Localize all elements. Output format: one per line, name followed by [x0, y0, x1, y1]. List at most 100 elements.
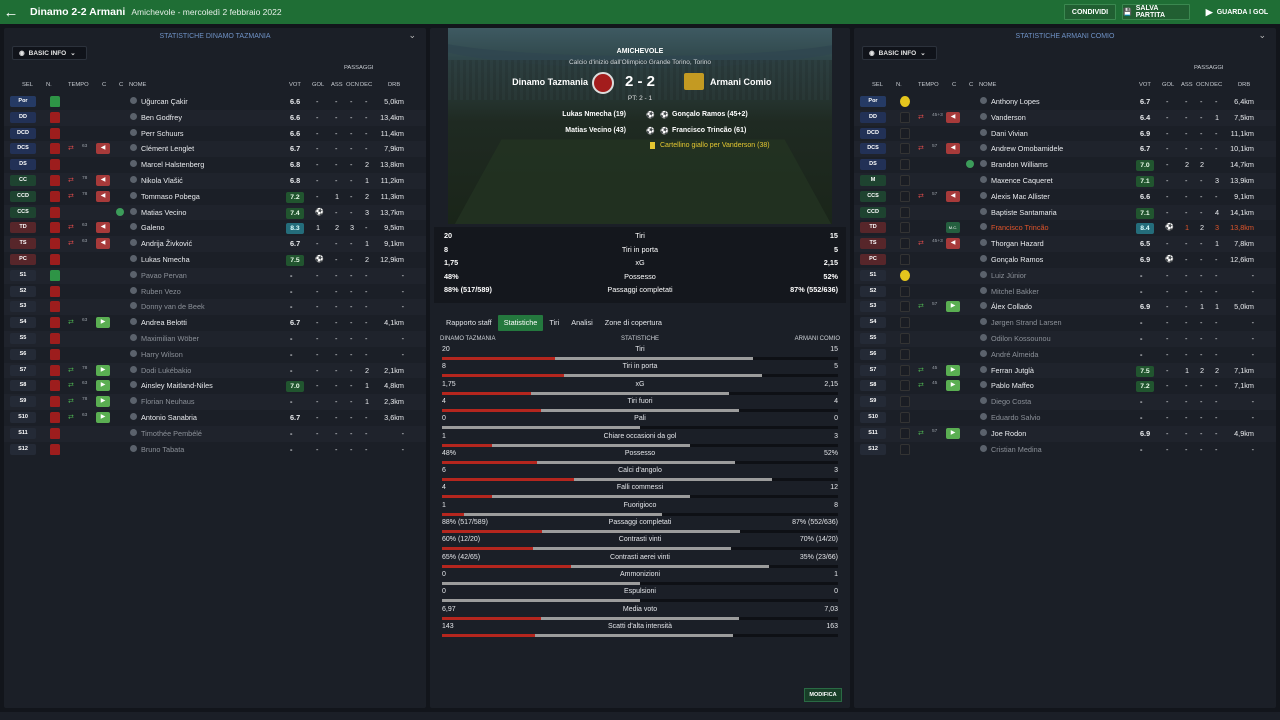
player-name[interactable]: Brandon Williams	[991, 160, 1048, 169]
player-row[interactable]: S3 Donny van de Beek - - - - - -	[4, 299, 426, 316]
player-name[interactable]: Cristian Medina	[991, 445, 1042, 454]
col-c1[interactable]: C	[102, 82, 106, 88]
player-row[interactable]: DS Brandon Williams 7.0 - 2 2 14,7km	[854, 157, 1276, 173]
player-name[interactable]: Ainsley Maitland-Niles	[141, 381, 213, 390]
col-vot[interactable]: VOT	[1139, 82, 1151, 88]
player-row[interactable]: DD Ben Godfrey 6.6 - - - - 13,4km	[4, 109, 426, 126]
player-row[interactable]: S4 Jørgen Strand Larsen - - - - - -	[854, 315, 1276, 331]
basic-info-dropdown[interactable]: ◉ BASIC INFO ⌄	[12, 46, 87, 60]
col-ocn[interactable]: OCN	[1196, 82, 1209, 88]
player-name[interactable]: Diego Costa	[991, 397, 1031, 406]
chevron-down-icon[interactable]: ⌄	[1258, 30, 1266, 41]
col-n[interactable]: N.	[46, 82, 52, 88]
player-row[interactable]: DCS ⇄ 63 ◀ Clément Lenglet 6.7 - - - - 7,9km	[4, 141, 426, 158]
player-row[interactable]: S6 André Almeida - - - - - -	[854, 347, 1276, 363]
player-name[interactable]: André Almeida	[991, 350, 1038, 359]
player-row[interactable]: DCS ⇄ 57 ◀ Andrew Omobamidele 6.7 - - - - 10,1km	[854, 141, 1276, 158]
player-name[interactable]: Marcel Halstenberg	[141, 160, 204, 169]
col-sel[interactable]: SEL	[872, 82, 883, 88]
player-row[interactable]: TS ⇄ 45+3 ◀ Thorgan Hazard 6.5 - - - 1 7,8km	[854, 236, 1276, 252]
player-row[interactable]: Por Anthony Lopes 6.7 - - - - 6,4km	[854, 94, 1276, 110]
col-tempo[interactable]: TEMPO	[68, 82, 89, 88]
player-name[interactable]: Ruben Vezo	[141, 287, 181, 296]
player-row[interactable]: S7 ⇄ 45 ▶ Ferran Jutglà 7.5-1 2 2 7,1km	[854, 362, 1276, 379]
player-name[interactable]: Gonçalo Ramos	[991, 255, 1043, 264]
player-row[interactable]: TS ⇄ 63 ◀ Andrija Živković 6.7 - - - 1 9,1km	[4, 236, 426, 252]
player-name[interactable]: Antonio Sanabria	[141, 413, 197, 422]
player-name[interactable]: Matias Vecino	[141, 208, 186, 217]
player-name[interactable]: Bruno Tabata	[141, 445, 184, 454]
col-dec[interactable]: DEC	[1210, 82, 1222, 88]
player-name[interactable]: Perr Schuurs	[141, 129, 184, 138]
player-name[interactable]: Andrea Belotti	[141, 318, 187, 327]
back-arrow-icon[interactable]: ←	[0, 0, 22, 24]
player-row[interactable]: S2 Ruben Vezo - - - - - -	[4, 284, 426, 300]
player-row[interactable]: DCD Perr Schuurs 6.6 - - - - 11,4km	[4, 126, 426, 142]
watch-goals-button[interactable]: ▶ GUARDA I GOL	[1196, 4, 1278, 20]
player-name[interactable]: Lukas Nmecha	[141, 255, 190, 264]
player-row[interactable]: PC Lukas Nmecha 7.5 ⚽ - - 2 12,9km	[4, 252, 426, 268]
player-row[interactable]: S6 Harry Wilson - - - - - -	[4, 347, 426, 363]
player-name[interactable]: Galeno	[141, 223, 165, 232]
col-vot[interactable]: VOT	[289, 82, 301, 88]
tab-statistiche[interactable]: Statistiche	[497, 315, 544, 331]
player-row[interactable]: S11 ⇄ 57 ▶ Joe Rodon 6.9 - - - - 4,9km	[854, 425, 1276, 442]
col-drb[interactable]: DRB	[1238, 82, 1250, 88]
player-name[interactable]: Uğurcan Çakir	[141, 97, 188, 106]
player-name[interactable]: Florian Neuhaus	[141, 397, 195, 406]
col-ocn[interactable]: OCN	[346, 82, 359, 88]
player-name[interactable]: Dodi Lukébakio	[141, 366, 191, 375]
player-row[interactable]: S10 Eduardo Salvio - - - - - -	[854, 410, 1276, 426]
col-n[interactable]: N.	[896, 82, 902, 88]
player-name[interactable]: Maximilian Wöber	[141, 334, 199, 343]
player-name[interactable]: Andrija Živković	[141, 239, 192, 248]
player-row[interactable]: S8 ⇄ 63 ▶ Ainsley Maitland-Niles 7.0 - - - 1 4,8km	[4, 378, 426, 394]
player-row[interactable]: S2 Mitchel Bakker - - - - - -	[854, 284, 1276, 300]
player-name[interactable]: Vanderson	[991, 113, 1026, 122]
player-row[interactable]: S3 ⇄ 57 ▶ Álex Collado 6.9 - - 1 1 5,0km	[854, 299, 1276, 316]
player-row[interactable]: S10 ⇄ 63 ▶ Antonio Sanabria 6.7 - - - - 3,6km	[4, 410, 426, 426]
player-name[interactable]: Timothée Pembélé	[141, 429, 202, 438]
away-team-name[interactable]: Armani Comio	[710, 77, 772, 87]
player-name[interactable]: Anthony Lopes	[991, 97, 1040, 106]
col-dec[interactable]: DEC	[360, 82, 372, 88]
player-row[interactable]: Por Uğurcan Çakir 6.6 - - - - 5,0km	[4, 94, 426, 110]
player-name[interactable]: Pavao Pervan	[141, 271, 187, 280]
player-row[interactable]: CCS ⇄ 57 ◀ Alexis Mac Allister 6.6 - - - - 9,1km	[854, 189, 1276, 205]
player-name[interactable]: Álex Collado	[991, 302, 1032, 311]
col-nome[interactable]: NOME	[129, 82, 146, 88]
tab-tiri[interactable]: Tiri	[543, 315, 565, 331]
player-name[interactable]: Nikola Vlašić	[141, 176, 183, 185]
player-row[interactable]: CCD ⇄ 78 ◀ Tommaso Pobega 7.2-1-2 11,3km	[4, 189, 426, 205]
player-row[interactable]: S7 ⇄ 78 ▶ Dodi Lukébakio - - - - 2 2,1km	[4, 362, 426, 379]
player-row[interactable]: CC ⇄ 78 ◀ Nikola Vlašić 6.8 - - - 1 11,2km	[4, 172, 426, 189]
col-drb[interactable]: DRB	[388, 82, 400, 88]
player-row[interactable]: S4 ⇄ 63 ▶ Andrea Belotti 6.7 - - - - 4,1km	[4, 315, 426, 331]
player-name[interactable]: Joe Rodon	[991, 429, 1026, 438]
player-row[interactable]: S1 Luiz Júnior - - - - - -	[854, 267, 1276, 284]
col-nome[interactable]: NOME	[979, 82, 996, 88]
player-name[interactable]: Baptiste Santamaria	[991, 208, 1057, 217]
player-row[interactable]: CCD Baptiste Santamaria 7.1 - - - 4 14,1km	[854, 204, 1276, 221]
player-row[interactable]: S5 Odilon Kossounou - - - - - -	[854, 330, 1276, 347]
player-name[interactable]: Jørgen Strand Larsen	[991, 318, 1062, 327]
player-row[interactable]: TD M.C. Francisco Trincão 8.4 ⚽ 1 2 3 13,8km	[854, 220, 1276, 236]
share-button[interactable]: CONDIVIDI	[1064, 4, 1116, 20]
player-row[interactable]: TD ⇄ 63 ◀ Galeno 8.3 1 2 3- 9,5km	[4, 220, 426, 236]
player-row[interactable]: S11 Timothée Pembélé - - - - - -	[4, 425, 426, 442]
player-name[interactable]: Andrew Omobamidele	[991, 144, 1063, 153]
player-name[interactable]: Thorgan Hazard	[991, 239, 1044, 248]
col-ass[interactable]: ASS	[331, 82, 343, 88]
player-row[interactable]: S1 Pavao Pervan - - - - - -	[4, 267, 426, 284]
player-row[interactable]: DCD Dani Vivian 6.9 - - - - 11,1km	[854, 126, 1276, 142]
player-name[interactable]: Mitchel Bakker	[991, 287, 1039, 296]
player-name[interactable]: Francisco Trincão	[991, 223, 1049, 232]
col-gol[interactable]: GOL	[312, 82, 324, 88]
tab-analisi[interactable]: Analisi	[565, 315, 599, 331]
tab-rapporto-staff[interactable]: Rapporto staff	[440, 315, 498, 331]
player-name[interactable]: Donny van de Beek	[141, 302, 205, 311]
player-name[interactable]: Ben Godfrey	[141, 113, 182, 122]
col-tempo[interactable]: TEMPO	[918, 82, 939, 88]
player-name[interactable]: Luiz Júnior	[991, 271, 1026, 280]
col-c1[interactable]: C	[952, 82, 956, 88]
